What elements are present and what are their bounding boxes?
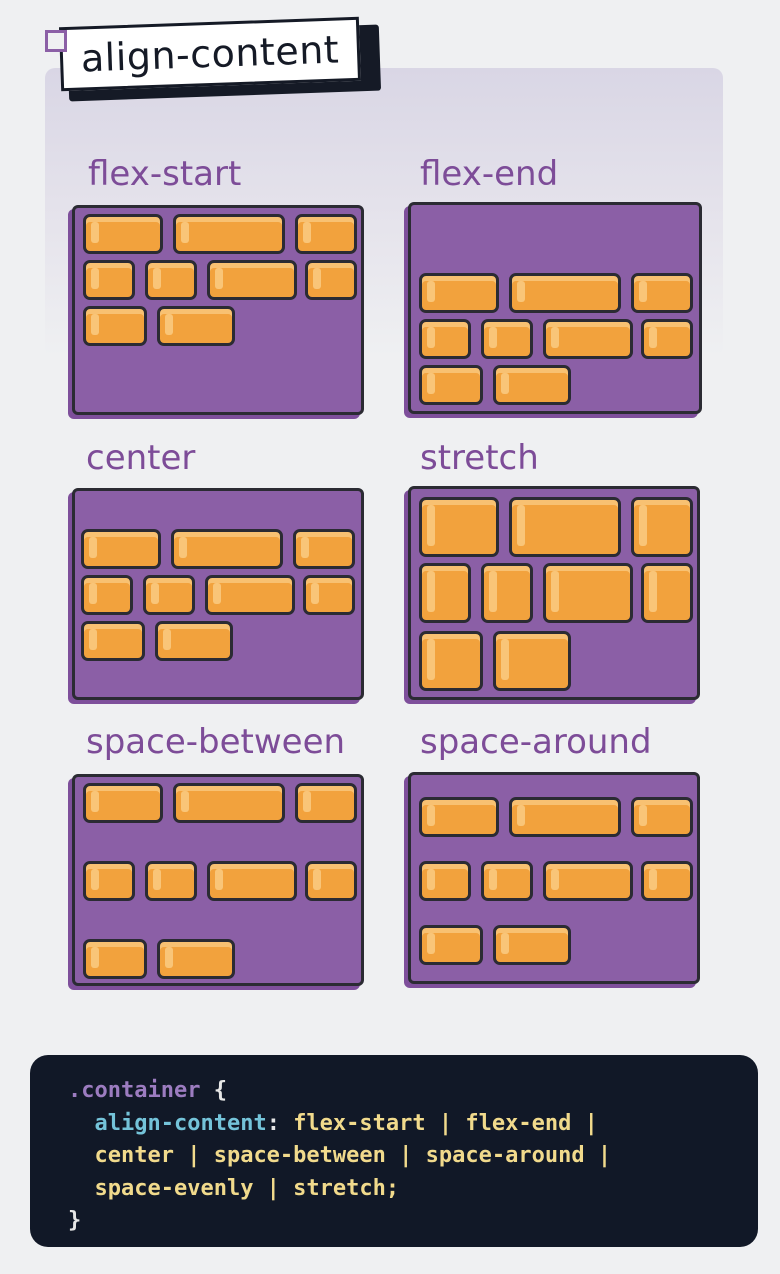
flex-item bbox=[155, 621, 233, 661]
flex-item bbox=[295, 214, 357, 254]
flex-item bbox=[83, 939, 147, 979]
flex-item bbox=[295, 783, 357, 823]
flex-item bbox=[419, 631, 483, 691]
code-block: .container { align-content: flex-start |… bbox=[68, 1078, 612, 1233]
flex-item bbox=[305, 861, 357, 901]
flex-item bbox=[493, 631, 571, 691]
flex-item bbox=[419, 365, 483, 405]
code-values-line-2: center | space-between | space-around | bbox=[94, 1143, 612, 1168]
code-close-brace: } bbox=[68, 1208, 82, 1233]
code-open-brace: { bbox=[213, 1078, 227, 1103]
flex-item bbox=[293, 529, 355, 569]
flex-item bbox=[157, 939, 235, 979]
code-property: align-content bbox=[94, 1110, 267, 1136]
flex-item bbox=[207, 861, 297, 901]
flex-item bbox=[641, 563, 693, 623]
flex-item bbox=[207, 260, 297, 300]
flex-item bbox=[419, 497, 499, 557]
flex-item bbox=[481, 563, 533, 623]
flex-item bbox=[631, 797, 693, 837]
flex-item bbox=[543, 319, 633, 359]
flex-item bbox=[493, 365, 571, 405]
flex-item bbox=[631, 273, 693, 313]
flex-item bbox=[83, 861, 135, 901]
flex-item bbox=[419, 563, 471, 623]
flex-item bbox=[157, 306, 235, 346]
flex-item bbox=[83, 306, 147, 346]
flex-item bbox=[81, 575, 133, 615]
flex-item bbox=[543, 563, 633, 623]
flex-item bbox=[81, 621, 145, 661]
label-space-around: space-around bbox=[420, 722, 652, 762]
demo-box-space-around bbox=[408, 772, 700, 984]
flex-item bbox=[631, 497, 693, 557]
flex-item bbox=[145, 861, 197, 901]
flex-item bbox=[641, 319, 693, 359]
flex-item bbox=[143, 575, 195, 615]
flex-item bbox=[83, 260, 135, 300]
demo-box-space-between bbox=[72, 774, 364, 986]
flex-item bbox=[493, 925, 571, 965]
code-selector: .container bbox=[68, 1078, 201, 1103]
flex-item bbox=[419, 925, 483, 965]
code-values-line-1: flex-start | flex-end | bbox=[293, 1110, 598, 1136]
label-flex-end: flex-end bbox=[420, 154, 559, 194]
flex-item bbox=[173, 783, 285, 823]
flex-item bbox=[171, 529, 283, 569]
flex-item bbox=[509, 273, 621, 313]
corner-square-icon bbox=[45, 30, 67, 52]
flex-item bbox=[419, 861, 471, 901]
flex-item bbox=[81, 529, 161, 569]
flex-item bbox=[419, 319, 471, 359]
flex-item bbox=[509, 497, 621, 557]
flex-item bbox=[419, 273, 499, 313]
demo-box-flex-start bbox=[72, 205, 364, 415]
label-stretch: stretch bbox=[420, 438, 539, 478]
demo-box-stretch bbox=[408, 486, 700, 700]
code-values-line-3: space-evenly | stretch; bbox=[94, 1175, 400, 1201]
flex-item bbox=[419, 797, 499, 837]
flex-item bbox=[481, 861, 533, 901]
flex-item bbox=[509, 797, 621, 837]
label-center: center bbox=[86, 438, 196, 478]
title-box: align-content bbox=[58, 16, 362, 92]
flex-item bbox=[481, 319, 533, 359]
flex-item bbox=[145, 260, 197, 300]
flex-item bbox=[83, 214, 163, 254]
flex-item bbox=[543, 861, 633, 901]
page-title: align-content bbox=[80, 27, 340, 81]
flex-item bbox=[303, 575, 355, 615]
flex-item bbox=[173, 214, 285, 254]
label-flex-start: flex-start bbox=[88, 154, 242, 194]
flex-item bbox=[205, 575, 295, 615]
label-space-between: space-between bbox=[86, 722, 346, 762]
flex-item bbox=[305, 260, 357, 300]
demo-box-center bbox=[72, 488, 364, 700]
flex-item bbox=[641, 861, 693, 901]
flex-item bbox=[83, 783, 163, 823]
demo-box-flex-end bbox=[408, 202, 702, 414]
